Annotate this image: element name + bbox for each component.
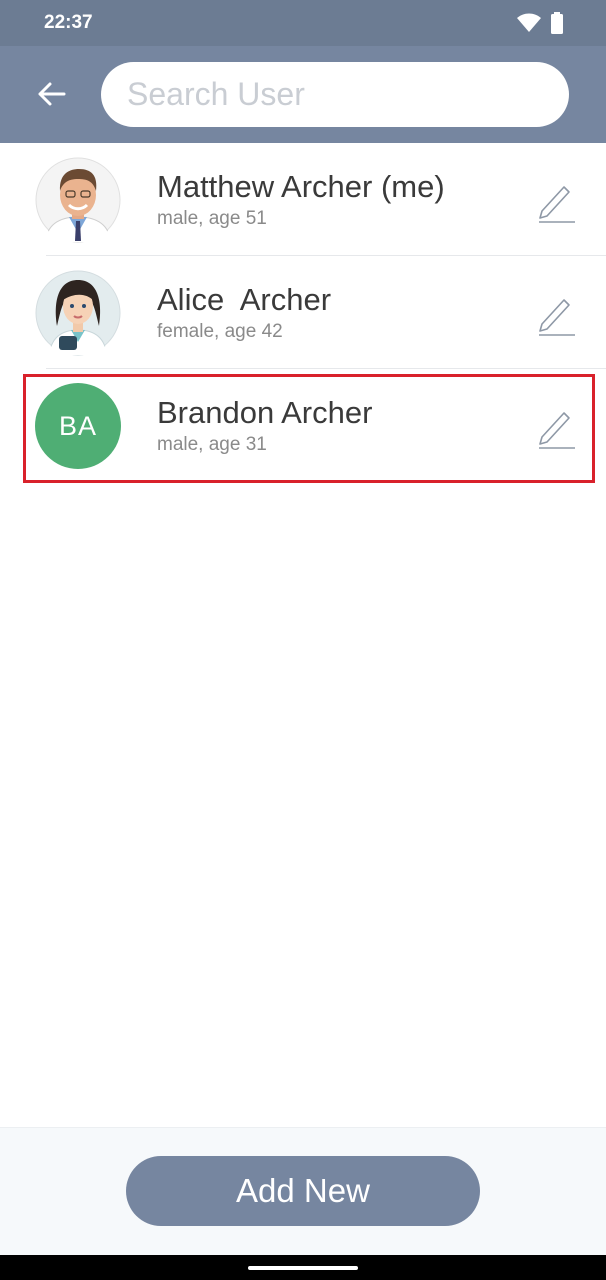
search-input[interactable] — [101, 62, 569, 127]
add-new-button[interactable]: Add New — [126, 1156, 480, 1226]
edit-button[interactable] — [534, 405, 578, 449]
edit-button[interactable] — [534, 179, 578, 223]
user-gender-age: male, age 51 — [157, 208, 267, 229]
list-item[interactable]: BA Brandon Archer male, age 31 — [0, 369, 606, 482]
user-gender-age: male, age 31 — [157, 434, 267, 455]
user-list: Matthew Archer (me) male, age 51 Alice A… — [0, 143, 606, 482]
app-bar — [0, 46, 606, 143]
avatar-initials: BA — [35, 383, 121, 469]
avatar — [35, 157, 121, 243]
wifi-icon — [517, 13, 541, 32]
home-indicator[interactable] — [248, 1266, 358, 1270]
footer: Add New — [0, 1127, 606, 1255]
navigation-bar — [0, 1255, 606, 1280]
status-time: 22:37 — [44, 12, 93, 33]
status-bar: 22:37 — [0, 0, 606, 46]
list-item[interactable]: Alice Archer female, age 42 — [0, 256, 606, 369]
man-doctor-avatar — [35, 157, 121, 243]
back-button[interactable] — [22, 74, 80, 114]
user-gender-age: female, age 42 — [157, 321, 283, 342]
avatar — [35, 270, 121, 356]
woman-doctor-avatar — [35, 270, 121, 356]
arrow-left-icon — [38, 82, 66, 106]
user-name: Brandon Archer — [157, 395, 373, 430]
pencil-icon — [539, 186, 575, 223]
pencil-icon — [539, 412, 575, 449]
list-item[interactable]: Matthew Archer (me) male, age 51 — [0, 143, 606, 256]
user-name: Matthew Archer (me) — [157, 169, 445, 204]
user-name: Alice Archer — [157, 282, 332, 317]
battery-icon — [551, 12, 563, 34]
pencil-icon — [539, 299, 575, 336]
edit-button[interactable] — [534, 292, 578, 336]
